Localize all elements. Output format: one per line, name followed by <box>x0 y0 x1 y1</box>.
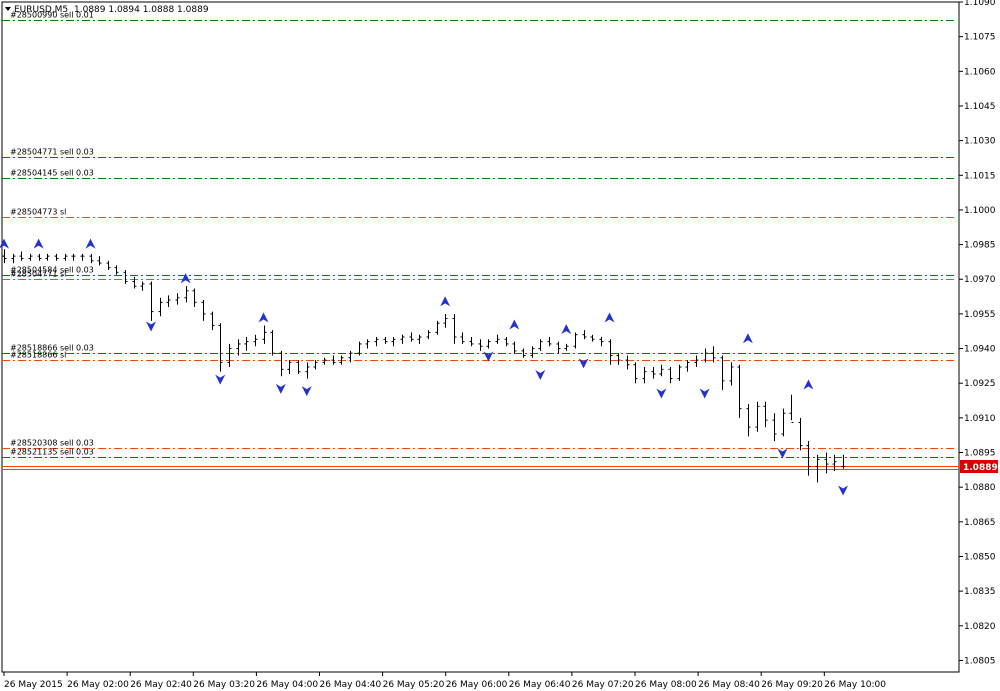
chart-symbol: EURUSD,M5 <box>14 5 68 15</box>
price-tick-label: 1.1060 <box>964 67 996 77</box>
plot-frame <box>1 1 960 673</box>
order-line-label: #28504771 sl <box>10 270 66 279</box>
price-tick-label: 1.1075 <box>964 33 996 43</box>
price-tick-label: 1.0865 <box>964 518 996 528</box>
price-tick-label: 1.0925 <box>964 379 996 389</box>
order-line-label: #28504771 sell 0.03 <box>10 148 94 157</box>
time-tick-label: 26 May 10:00 <box>824 680 886 690</box>
time-tick-label: 26 May 05:20 <box>383 680 445 690</box>
price-tick-label: 1.0910 <box>964 414 996 424</box>
price-tick-label: 1.1045 <box>964 102 996 112</box>
price-chart[interactable]: #28500990 sell 0.01#28504771 sell 0.03#2… <box>0 0 1000 691</box>
chart-ohlc: 1.0889 1.0894 1.0888 1.0889 <box>74 5 209 15</box>
order-line-label: #28504145 sell 0.03 <box>10 169 94 178</box>
time-tick-label: 26 May 04:00 <box>256 680 318 690</box>
time-tick-label: 26 May 08:40 <box>698 680 760 690</box>
current-price-label: 1.0889 <box>963 463 998 473</box>
time-tick-label: 26 May 02:00 <box>67 680 129 690</box>
order-line-label: #28521135 sell 0.03 <box>10 448 94 457</box>
time-tick-label: 26 May 03:20 <box>193 680 255 690</box>
order-line-label: #28518866 sl <box>10 351 66 360</box>
time-tick-label: 26 May 06:40 <box>509 680 571 690</box>
price-tick-label: 1.0805 <box>964 656 996 666</box>
price-tick-label: 1.1015 <box>964 171 996 181</box>
price-tick-label: 1.0985 <box>964 241 996 251</box>
current-price-marker: 1.0889 <box>960 460 998 473</box>
price-tick-label: 1.0895 <box>964 449 996 459</box>
price-tick-label: 1.0820 <box>964 622 996 632</box>
time-tick-label: 26 May 09:20 <box>761 680 823 690</box>
price-tick-label: 1.0955 <box>964 310 996 320</box>
price-tick-label: 1.0835 <box>964 587 996 597</box>
price-axis: 1.1090 1.1075 1.1060 1.1045 1.1030 1.1015 1.10… <box>959 0 996 666</box>
time-tick-label: 26 May 07:20 <box>572 680 634 690</box>
price-tick-label: 1.1000 <box>964 206 996 216</box>
price-tick-label: 1.0970 <box>964 275 996 285</box>
time-axis: 26 May 2015 26 May 02:00 26 May 02:40 26 Ma… <box>3 672 886 690</box>
time-tick-label: 26 May 02:40 <box>130 680 192 690</box>
price-tick-label: 1.1030 <box>964 137 996 147</box>
price-tick-label: 1.0940 <box>964 345 996 355</box>
order-line-label: #28520308 sell 0.03 <box>10 439 94 448</box>
time-tick-label: 26 May 08:00 <box>635 680 697 690</box>
price-tick-label: 1.0880 <box>964 483 996 493</box>
time-tick-label: 26 May 04:40 <box>320 680 382 690</box>
price-tick-label: 1.1090 <box>964 0 996 8</box>
chart-header: EURUSD,M5 1.0889 1.0894 1.0888 1.0889 <box>5 5 209 15</box>
time-tick-label: 26 May 2015 <box>4 680 63 690</box>
time-tick-label: 26 May 06:00 <box>446 680 508 690</box>
price-tick-label: 1.0850 <box>964 552 996 562</box>
order-line-label: #28504773 sl <box>10 208 66 217</box>
